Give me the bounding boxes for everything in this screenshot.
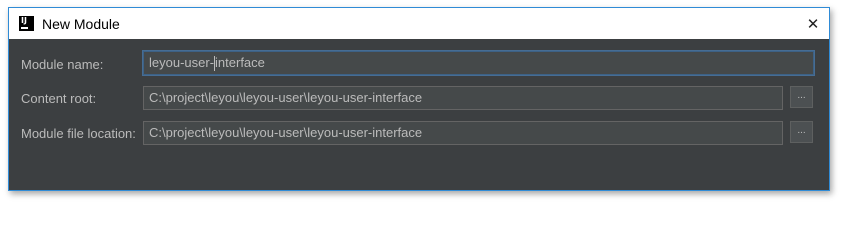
module-name-value-end: interface xyxy=(215,55,265,70)
module-name-label: Module name: xyxy=(21,57,104,72)
app-icon-text: IJ xyxy=(21,16,27,25)
module-file-location-browse-button[interactable]: ... xyxy=(790,121,813,143)
close-icon[interactable]: ✕ xyxy=(797,8,829,39)
content-root-input[interactable]: C:\project\leyou\leyou-user\leyou-user-i… xyxy=(143,86,783,110)
module-name-input[interactable]: leyou-user-interface xyxy=(143,51,814,75)
form-area: Module name: leyou-user-interface Conten… xyxy=(9,39,829,190)
module-name-value-start: leyou-user- xyxy=(149,55,215,70)
module-file-location-label: Module file location: xyxy=(21,126,136,141)
content-root-label: Content root: xyxy=(21,91,97,106)
content-root-row: Content root: C:\project\leyou\leyou-use… xyxy=(9,86,829,112)
module-file-location-input[interactable]: C:\project\leyou\leyou-user\leyou-user-i… xyxy=(143,121,783,145)
module-file-location-row: Module file location: C:\project\leyou\l… xyxy=(9,121,829,147)
module-name-row: Module name: leyou-user-interface xyxy=(9,51,829,77)
intellij-app-icon: IJ xyxy=(19,16,34,31)
window-title: New Module xyxy=(42,16,120,32)
content-root-browse-button[interactable]: ... xyxy=(790,86,813,108)
title-bar: IJ New Module ✕ xyxy=(9,8,829,39)
new-module-dialog: IJ New Module ✕ Module name: leyou-user-… xyxy=(8,7,830,191)
